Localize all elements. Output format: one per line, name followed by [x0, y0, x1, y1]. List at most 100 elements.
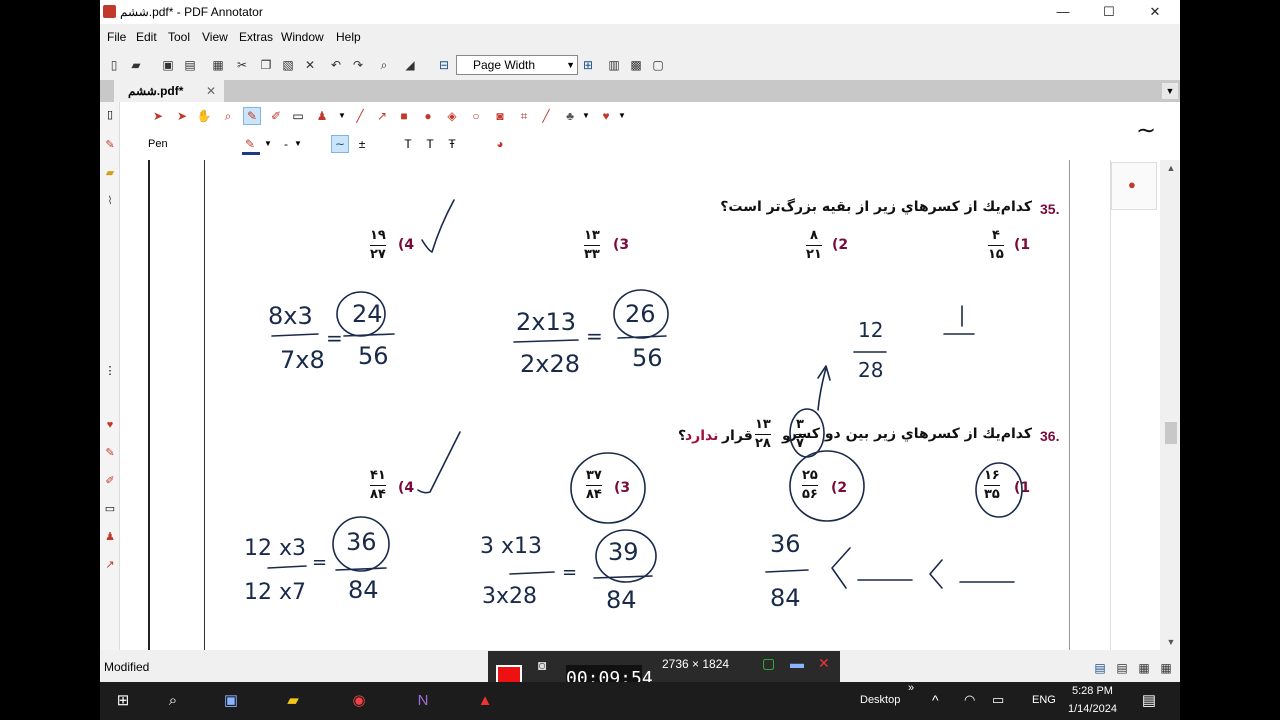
windows-start-icon[interactable]: ⊞ [112, 691, 134, 711]
ellipse-icon[interactable]: ● [420, 108, 436, 124]
copy-icon[interactable]: ❐ [258, 57, 274, 73]
page-icon[interactable]: ▯ [103, 108, 117, 122]
app-icon-1[interactable]: ▣ [220, 691, 242, 711]
pdf-annotator-taskbar-icon[interactable]: ▲ [474, 691, 496, 711]
arrow-icon[interactable]: ↗ [103, 558, 117, 572]
stamp-icon[interactable]: ♟ [103, 530, 117, 544]
highlighter-icon[interactable]: ✐ [103, 474, 117, 488]
heart-icon[interactable]: ♥ [103, 418, 117, 432]
redo-icon[interactable]: ↷ [350, 57, 366, 73]
menu-file[interactable]: File [107, 30, 126, 44]
pen-icon[interactable]: ✎ [103, 138, 117, 152]
typewriter-icon[interactable]: ▭ [290, 108, 306, 124]
scroll-up-icon[interactable]: ▲ [1162, 160, 1180, 176]
file-explorer-icon[interactable]: ▰ [282, 691, 304, 711]
minimize-recorder-icon[interactable]: ▬ [790, 655, 804, 671]
lasso-icon[interactable]: ○ [468, 108, 484, 124]
layout-grid-icon[interactable]: ▦ [1158, 660, 1174, 676]
desktop-toolbar-label[interactable]: Desktop [860, 694, 900, 706]
onenote-icon[interactable]: N [412, 691, 434, 711]
smooth-stroke-icon[interactable]: ∼ [331, 135, 349, 153]
crop-icon[interactable]: ⌗ [516, 108, 532, 124]
brush-icon[interactable]: ╱ [538, 108, 554, 124]
new-icon[interactable]: ▯ [106, 57, 122, 73]
zoom-in-icon[interactable]: ⊞ [580, 57, 596, 73]
menu-edit[interactable]: Edit [136, 30, 157, 44]
highlighter-tool-icon[interactable]: ✐ [268, 108, 284, 124]
notifications-icon[interactable]: ▤ [1138, 691, 1160, 711]
stamp-dropdown-icon[interactable]: ▼ [334, 108, 350, 124]
favorite-dropdown-icon[interactable]: ▼ [614, 108, 630, 124]
stamp-tool-icon[interactable]: ♟ [314, 108, 330, 124]
save-icon[interactable]: ▣ [160, 57, 176, 73]
text-underline-icon[interactable]: T [422, 136, 438, 152]
splitter-grip-icon[interactable]: ⋮ [103, 364, 117, 378]
undo-icon[interactable]: ↶ [328, 57, 344, 73]
scroll-thumb[interactable] [1165, 422, 1177, 444]
zoom-out-icon[interactable]: ⊟ [436, 57, 452, 73]
folder-icon[interactable]: ▰ [103, 166, 117, 180]
close-button[interactable]: ✕ [1132, 0, 1178, 24]
find-icon[interactable]: ⌕ [376, 57, 392, 73]
layout-facing-icon[interactable]: ▦ [1136, 660, 1152, 676]
tab-scroll-icon[interactable]: ▼ [1162, 83, 1178, 99]
people-dropdown-icon[interactable]: ▼ [578, 108, 594, 124]
close-tab-icon[interactable]: ✕ [206, 80, 216, 102]
layout-single-icon[interactable]: ▤ [1092, 660, 1108, 676]
menu-tool[interactable]: Tool [168, 30, 190, 44]
camera-icon[interactable]: ◙ [538, 657, 546, 673]
text-t-icon[interactable]: T [400, 136, 416, 152]
straight-icon[interactable]: ± [354, 136, 370, 152]
search-icon[interactable]: ⌕ [162, 691, 184, 711]
toolbar-expand-icon[interactable]: » [908, 682, 914, 694]
eraser-icon[interactable]: ◈ [444, 108, 460, 124]
attach-icon[interactable]: ⌇ [103, 194, 117, 208]
camera-icon[interactable]: ◙ [492, 108, 508, 124]
clock-date[interactable]: 1/14/2024 [1068, 703, 1117, 715]
thumbnail-frame[interactable]: ● [1111, 162, 1157, 210]
people-icon[interactable]: ♣ [562, 108, 578, 124]
layout-continuous-icon[interactable]: ▤ [1114, 660, 1130, 676]
select-icon[interactable]: ➤ [150, 108, 166, 124]
menu-help[interactable]: Help [336, 30, 361, 44]
width-dropdown-icon[interactable]: ▼ [290, 136, 306, 152]
zoom-select[interactable]: Page Width ▼ [456, 55, 578, 75]
fullscreen-icon[interactable]: ▢ [650, 57, 666, 73]
maximize-button[interactable]: ☐ [1086, 0, 1132, 24]
keyboard-icon[interactable]: ▭ [992, 692, 1004, 708]
two-page-icon[interactable]: ▩ [628, 57, 644, 73]
rectangle-icon[interactable]: ■ [396, 108, 412, 124]
print-icon[interactable]: ▦ [210, 57, 226, 73]
text-strike-icon[interactable]: Ŧ [444, 136, 460, 152]
marker-icon[interactable]: ✎ [103, 446, 117, 460]
tray-up-icon[interactable]: ^ [932, 692, 939, 708]
select-text-icon[interactable]: ➤ [174, 108, 190, 124]
hand-icon[interactable]: ✋ [196, 108, 212, 124]
wifi-icon[interactable]: ◠ [964, 692, 975, 708]
chrome-icon[interactable]: ◉ [348, 691, 370, 711]
region-icon[interactable]: ▢ [762, 655, 775, 672]
line-icon[interactable]: ╱ [352, 108, 368, 124]
delete-icon[interactable]: ✕ [302, 57, 318, 73]
scroll-down-icon[interactable]: ▼ [1162, 634, 1180, 650]
paste-icon[interactable]: ▧ [280, 57, 296, 73]
save-as-icon[interactable]: ▤ [182, 57, 198, 73]
text-box-icon[interactable]: ▭ [103, 502, 117, 516]
tab-document[interactable]: ششم.pdf* ✕ [114, 80, 224, 102]
close-recorder-icon[interactable]: ✕ [818, 655, 830, 672]
menu-window[interactable]: Window [281, 30, 324, 44]
arrow-tool-icon[interactable]: ↗ [374, 108, 390, 124]
pen-tool-icon[interactable]: ✎ [243, 107, 261, 125]
menu-view[interactable]: View [202, 30, 228, 44]
vertical-scrollbar[interactable]: ▲ ▼ [1162, 160, 1180, 650]
clock-time[interactable]: 5:28 PM [1072, 685, 1113, 697]
cut-icon[interactable]: ✂ [234, 57, 250, 73]
color-dropdown-icon[interactable]: ▼ [260, 136, 276, 152]
minimize-button[interactable]: — [1040, 0, 1086, 24]
open-icon[interactable]: ▰ [128, 57, 144, 73]
hand-eraser-icon[interactable]: ◕ [492, 136, 508, 152]
favorite-icon[interactable]: ♥ [598, 108, 614, 124]
single-page-icon[interactable]: ▥ [606, 57, 622, 73]
menu-extras[interactable]: Extras [239, 30, 273, 44]
signal-icon[interactable]: ◢ [402, 57, 418, 73]
